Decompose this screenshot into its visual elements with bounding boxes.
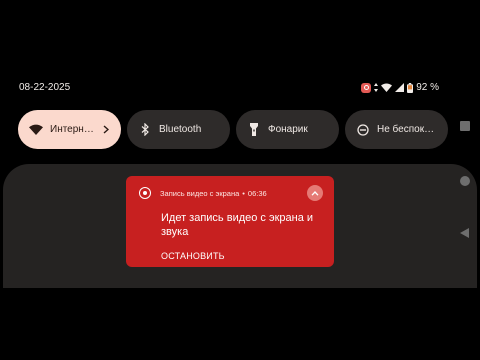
notification-title: Идет запись видео с экрана и звука: [161, 212, 314, 238]
quick-settings-tiles: Интерн… Bluetooth Фонарик Не беспок…: [18, 110, 448, 149]
bluetooth-icon: [137, 122, 153, 138]
home-button[interactable]: [460, 176, 470, 186]
status-icons: 92 %: [361, 82, 439, 93]
screen-record-icon: [361, 82, 372, 93]
notification-separator: •: [242, 189, 245, 198]
wifi-signal-icon: [381, 83, 393, 92]
tile-flashlight[interactable]: Фонарик: [236, 110, 339, 149]
tile-internet[interactable]: Интерн…: [18, 110, 121, 149]
stop-recording-button[interactable]: ОСТАНОВИТЬ: [161, 251, 225, 261]
tile-flashlight-label: Фонарик: [268, 124, 308, 135]
tile-do-not-disturb[interactable]: Не беспок…: [345, 110, 448, 149]
tile-internet-label: Интерн…: [50, 124, 94, 135]
tile-bluetooth[interactable]: Bluetooth: [127, 110, 230, 149]
data-arrows-icon: [374, 83, 379, 92]
screen-record-app-icon: [139, 187, 151, 199]
chevron-right-icon[interactable]: [101, 125, 111, 134]
battery-percent: 92 %: [416, 82, 439, 93]
tile-do-not-disturb-label: Не беспок…: [377, 124, 435, 135]
do-not-disturb-icon: [355, 122, 371, 138]
recents-button[interactable]: [460, 121, 470, 131]
notification-time: 06:36: [247, 189, 267, 198]
status-date: 08-22-2025: [19, 82, 71, 93]
collapse-chevron-icon[interactable]: [307, 185, 323, 201]
flashlight-icon: [246, 122, 262, 138]
cell-signal-icon: [395, 83, 405, 92]
wifi-icon: [28, 122, 44, 138]
tile-bluetooth-label: Bluetooth: [159, 124, 202, 135]
battery-icon: [407, 82, 414, 93]
back-button[interactable]: [460, 228, 469, 238]
notification-app-name: Запись видео с экрана: [160, 189, 240, 198]
notification-header: Запись видео с экрана • 06:36: [160, 189, 267, 198]
screen-record-notification[interactable]: Запись видео с экрана • 06:36 Идет запис…: [126, 176, 334, 267]
